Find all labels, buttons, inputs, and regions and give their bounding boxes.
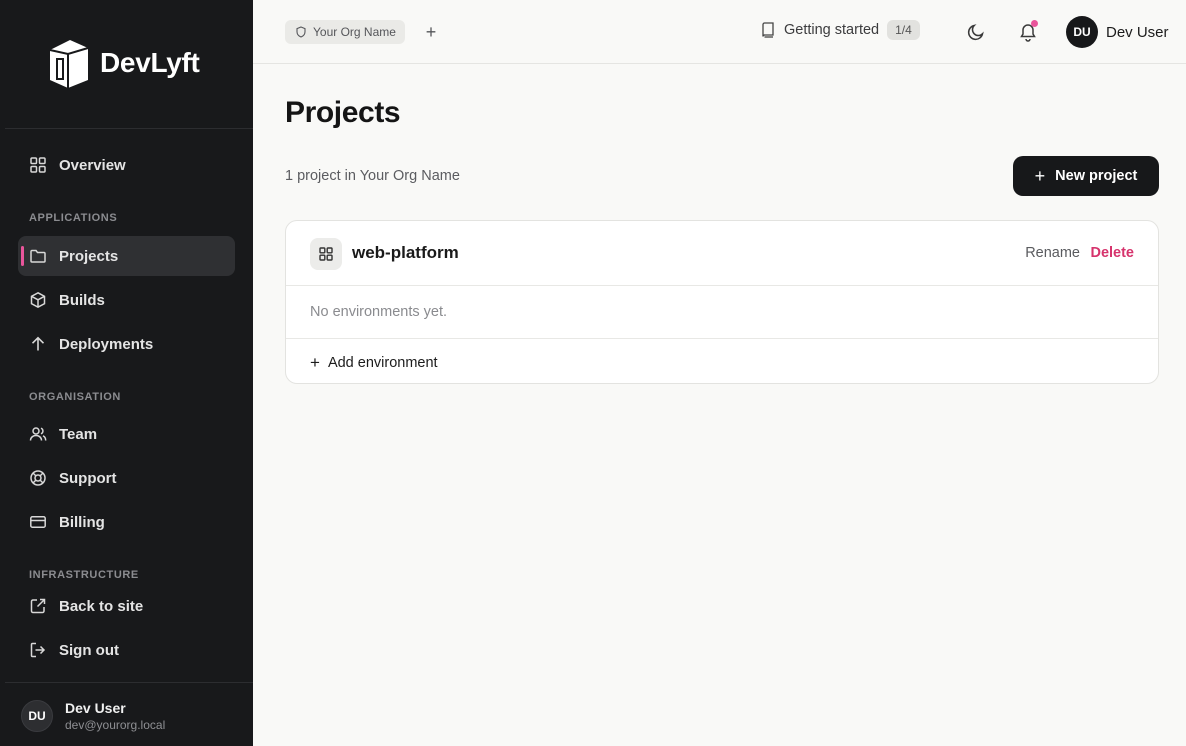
logo-icon (49, 40, 89, 88)
sidebar-divider (5, 682, 253, 683)
brand-name: DevLyft (100, 47, 200, 78)
theme-toggle-button[interactable] (966, 22, 986, 42)
users-icon (29, 425, 47, 443)
add-environment-button[interactable]: + Add environment (310, 353, 438, 373)
sidebar-user-name: Dev User (65, 700, 126, 716)
page-title: Projects (285, 96, 401, 129)
sidebar: DevLyft Overview APPLICATIONS Projects B… (0, 0, 253, 746)
shield-icon (296, 26, 306, 38)
sidebar-item-overview[interactable]: Overview (18, 145, 235, 185)
sidebar-item-billing[interactable]: Billing (18, 502, 235, 542)
sidebar-section-applications: APPLICATIONS (29, 212, 118, 224)
sidebar-item-label: Sign out (59, 641, 119, 659)
project-name[interactable]: web-platform (352, 243, 459, 263)
sidebar-item-label: Back to site (59, 597, 144, 615)
sidebar-item-label: Projects (59, 247, 119, 265)
org-switcher[interactable]: Your Org Name (285, 20, 405, 44)
sidebar-item-label: Billing (59, 513, 105, 531)
sidebar-divider (5, 128, 253, 129)
notification-dot (1031, 20, 1038, 27)
org-name: Your Org Name (313, 25, 396, 39)
sidebar-item-label: Team (59, 425, 98, 443)
grid-icon (29, 156, 47, 174)
sidebar-item-sign-out[interactable]: Sign out (18, 630, 235, 670)
getting-started-button[interactable]: Getting started 1/4 (761, 20, 920, 40)
new-project-label: New project (1055, 168, 1138, 184)
sidebar-item-back-to-site[interactable]: Back to site (18, 586, 235, 626)
lifebuoy-icon (29, 469, 47, 487)
external-link-icon (29, 597, 47, 615)
arrow-up-icon (29, 335, 47, 353)
project-card: web-platform Rename Delete No environmen… (285, 220, 1159, 384)
sidebar-user[interactable]: DU Dev User dev@yourorg.local (21, 700, 165, 732)
projects-count: 1 project in Your Org Name (285, 168, 460, 184)
avatar: DU (21, 700, 53, 732)
sidebar-item-team[interactable]: Team (18, 414, 235, 454)
sidebar-item-projects[interactable]: Projects (18, 236, 235, 276)
sidebar-item-deployments[interactable]: Deployments (18, 324, 235, 364)
user-menu[interactable]: DU Dev User (1066, 16, 1169, 48)
getting-started-progress-badge: 1/4 (887, 20, 920, 40)
sidebar-section-organisation: ORGANISATION (29, 391, 121, 403)
sidebar-user-email: dev@yourorg.local (65, 718, 166, 732)
project-icon (310, 238, 342, 270)
brand-logo[interactable]: DevLyft (44, 36, 200, 90)
delete-project-button[interactable]: Delete (1090, 245, 1134, 261)
sidebar-section-infrastructure: INFRASTRUCTURE (29, 569, 139, 581)
sidebar-item-label: Support (59, 469, 117, 487)
sidebar-item-label: Deployments (59, 335, 154, 353)
notifications-button[interactable] (1018, 20, 1038, 42)
plus-icon: + (310, 353, 320, 372)
sidebar-item-label: Builds (59, 291, 105, 309)
avatar: DU (1066, 16, 1098, 48)
add-environment-label: Add environment (327, 355, 438, 371)
getting-started-label: Getting started (784, 22, 880, 38)
sidebar-item-builds[interactable]: Builds (18, 280, 235, 320)
add-org-button[interactable]: + (423, 22, 439, 42)
cube-icon (29, 291, 47, 309)
plus-icon: + (1034, 165, 1046, 186)
card-divider (286, 338, 1158, 339)
sign-out-icon (29, 641, 47, 659)
moon-icon (967, 24, 984, 41)
new-project-button[interactable]: + New project (1013, 156, 1159, 196)
project-card-header: web-platform Rename Delete (286, 221, 1158, 286)
folder-icon (29, 247, 47, 265)
book-icon (762, 22, 774, 38)
sidebar-item-support[interactable]: Support (18, 458, 235, 498)
environments-empty-state: No environments yet. (310, 304, 448, 320)
user-name: Dev User (1106, 23, 1169, 41)
topbar: Your Org Name + Getting started 1/4 DU D… (253, 0, 1186, 64)
credit-card-icon (29, 513, 47, 531)
sidebar-item-label: Overview (59, 156, 126, 174)
grid-icon (319, 247, 333, 261)
rename-project-button[interactable]: Rename (1025, 245, 1080, 261)
